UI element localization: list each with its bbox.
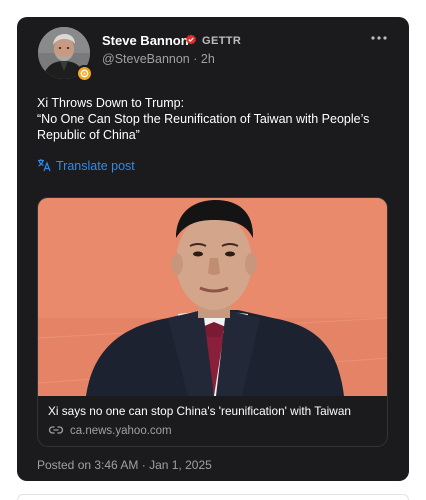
next-post-card-edge [17,494,409,500]
link-preview-headline: Xi says no one can stop China's 'reunifi… [48,404,351,418]
translate-icon [38,159,51,172]
post-timestamp: Posted on 3:46 AM · Jan 1, 2025 [37,458,212,472]
author-handle-row: @SteveBannon · 2h [102,51,215,67]
page: Steve Bannon GETTR @SteveBannon · 2h Xi … [0,0,426,500]
translate-label: Translate post [56,159,135,173]
author-avatar[interactable] [38,27,93,82]
red-verified-badge-icon [186,34,196,45]
post-text-line: Xi Throws Down to Trump: [37,96,185,110]
more-options-button[interactable] [369,31,389,45]
more-dots-icon [371,36,387,40]
link-preview-card[interactable]: Xi says no one can stop China's 'reunifi… [37,197,388,447]
link-preview-image [38,198,387,396]
platform-label: GETTR [202,35,242,47]
author-display-name[interactable]: Steve Bannon [102,33,189,49]
translate-post-button[interactable]: Translate post [37,158,135,174]
link-preview-domain: ca.news.yahoo.com [70,425,172,437]
post-body: Xi Throws Down to Trump: “No One Can Sto… [37,95,397,143]
news-photo-icon [38,198,387,396]
post-age: 2h [200,52,215,66]
avatar-badge-icon [76,65,93,82]
author-handle[interactable]: @SteveBannon [102,52,190,66]
link-icon [48,426,64,434]
post-card[interactable]: Steve Bannon GETTR @SteveBannon · 2h Xi … [17,17,409,481]
post-text-line: Republic of China” [37,128,140,142]
post-text-line: “No One Can Stop the Reunification of Ta… [37,112,370,126]
meta-separator: · [189,52,201,66]
link-preview-domain-row: ca.news.yahoo.com [48,424,172,439]
